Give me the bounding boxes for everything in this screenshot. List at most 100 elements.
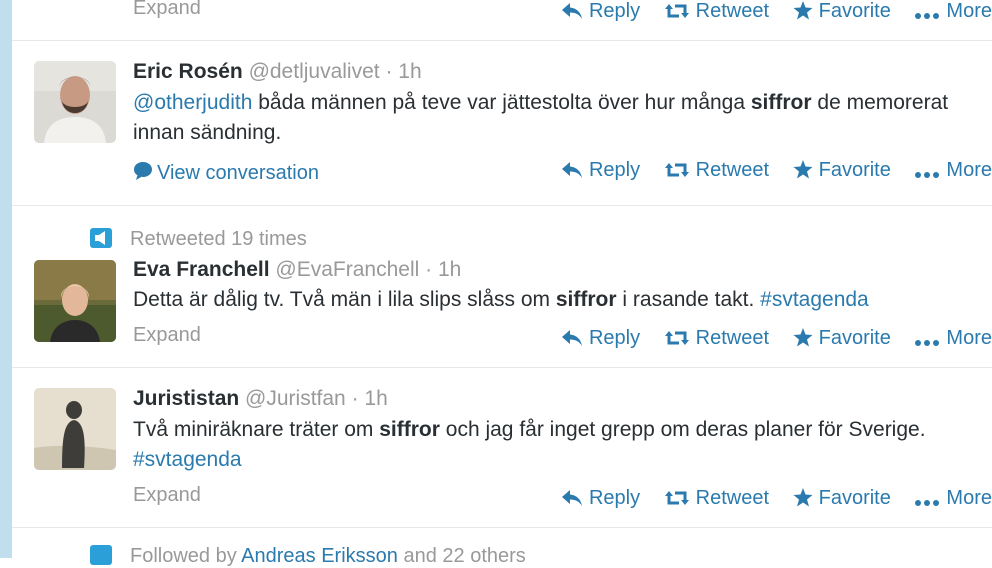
reply-button[interactable]: Reply bbox=[561, 0, 640, 23]
favorite-icon bbox=[793, 488, 813, 507]
retweet-icon bbox=[664, 163, 689, 177]
tweet-text: @otherjudith båda männen på teve var jät… bbox=[133, 88, 992, 148]
tweet-stream: Expand Reply Retweet Favorite More Eric … bbox=[12, 0, 992, 567]
follow-context-icon bbox=[90, 545, 112, 565]
text-part: Detta är dålig tv. Två män i lila slips … bbox=[133, 288, 556, 311]
avatar[interactable] bbox=[34, 388, 116, 470]
favorite-icon bbox=[793, 1, 813, 20]
reply-label: Reply bbox=[588, 0, 641, 22]
reply-label: Reply bbox=[588, 159, 641, 181]
reply-button[interactable]: Reply bbox=[561, 159, 640, 182]
retweet-icon bbox=[664, 4, 689, 18]
tweet-header: Jurististan @Juristfan · 1h bbox=[133, 386, 992, 412]
favorite-label: Favorite bbox=[818, 327, 891, 349]
retweet-button[interactable]: Retweet bbox=[664, 487, 769, 510]
text-part: i rasande takt. bbox=[616, 288, 761, 311]
retweet-context-icon bbox=[90, 228, 112, 248]
fullname[interactable]: Jurististan bbox=[133, 387, 239, 410]
username[interactable]: @detljuvalivet bbox=[249, 60, 380, 83]
reply-icon bbox=[561, 162, 582, 178]
retweet-button[interactable]: Retweet bbox=[664, 0, 769, 23]
retweet-icon bbox=[664, 491, 689, 505]
divider bbox=[12, 205, 992, 206]
more-button[interactable]: More bbox=[914, 487, 992, 510]
fullname[interactable]: Eric Rosén bbox=[133, 60, 243, 83]
reply-label: Reply bbox=[588, 327, 641, 349]
avatar[interactable] bbox=[34, 61, 116, 143]
favorite-button[interactable]: Favorite bbox=[793, 159, 891, 182]
more-label: More bbox=[946, 487, 992, 509]
reply-icon bbox=[561, 330, 582, 346]
tweet-content: Eric Rosén @detljuvalivet · 1h @otherjud… bbox=[133, 59, 992, 148]
more-icon bbox=[915, 340, 940, 346]
tweet-actions: Reply Retweet Favorite More bbox=[543, 159, 992, 182]
retweet-button[interactable]: Retweet bbox=[664, 159, 769, 182]
text-part: båda männen på teve var jättestolta över… bbox=[252, 91, 751, 114]
favorite-icon bbox=[793, 328, 813, 347]
tweet-content: Eva Franchell @EvaFranchell · 1h Detta ä… bbox=[133, 257, 992, 315]
view-conversation-link[interactable]: View conversation bbox=[133, 161, 319, 185]
tweet-actions: Reply Retweet Favorite More bbox=[543, 0, 992, 23]
follow-context: Followed by Andreas Eriksson and 22 othe… bbox=[90, 545, 526, 568]
more-label: More bbox=[946, 159, 992, 181]
reply-label: Reply bbox=[588, 487, 641, 509]
follower-link[interactable]: Andreas Eriksson bbox=[241, 545, 398, 567]
tweet-text: Detta är dålig tv. Två män i lila slips … bbox=[133, 285, 992, 315]
separator: · bbox=[385, 60, 393, 83]
separator: · bbox=[425, 258, 433, 281]
tweet-header: Eva Franchell @EvaFranchell · 1h bbox=[133, 257, 992, 283]
expand-link[interactable]: Expand bbox=[133, 484, 201, 507]
expand-link[interactable]: Expand bbox=[133, 0, 201, 20]
tweet-content: Jurististan @Juristfan · 1h Två miniräkn… bbox=[133, 386, 992, 475]
reply-icon bbox=[561, 3, 582, 19]
highlight-term: siffror bbox=[379, 418, 440, 441]
more-button[interactable]: More bbox=[914, 0, 992, 23]
tweet-actions: Reply Retweet Favorite More bbox=[543, 487, 992, 510]
conversation-icon bbox=[134, 162, 152, 180]
tweet-actions: Reply Retweet Favorite More bbox=[543, 327, 992, 350]
favorite-button[interactable]: Favorite bbox=[793, 0, 891, 23]
more-icon bbox=[915, 13, 940, 19]
hashtag-link[interactable]: #svtagenda bbox=[133, 448, 242, 471]
more-button[interactable]: More bbox=[914, 327, 992, 350]
retweet-label: Retweet bbox=[695, 487, 770, 509]
retweet-icon bbox=[664, 331, 689, 345]
retweet-label: Retweet bbox=[695, 0, 770, 22]
username[interactable]: @EvaFranchell bbox=[275, 258, 419, 281]
text-part: och jag får inget grepp om deras planer … bbox=[439, 418, 926, 441]
hashtag-link[interactable]: #svtagenda bbox=[760, 288, 869, 311]
username[interactable]: @Juristfan bbox=[245, 387, 346, 410]
avatar[interactable] bbox=[34, 260, 116, 342]
more-label: More bbox=[946, 0, 992, 22]
more-icon bbox=[915, 172, 940, 178]
retweet-button[interactable]: Retweet bbox=[664, 327, 769, 350]
favorite-button[interactable]: Favorite bbox=[793, 327, 891, 350]
follow-context-suffix: and 22 others bbox=[397, 545, 526, 567]
retweet-label: Retweet bbox=[695, 327, 770, 349]
favorite-icon bbox=[793, 160, 813, 179]
reply-button[interactable]: Reply bbox=[561, 487, 640, 510]
tweet-header: Eric Rosén @detljuvalivet · 1h bbox=[133, 59, 992, 85]
expand-link[interactable]: Expand bbox=[133, 324, 201, 347]
timestamp[interactable]: 1h bbox=[364, 387, 387, 410]
left-border bbox=[0, 0, 12, 558]
timestamp[interactable]: 1h bbox=[398, 60, 421, 83]
divider bbox=[12, 527, 992, 528]
reply-button[interactable]: Reply bbox=[561, 327, 640, 350]
divider bbox=[12, 367, 992, 368]
favorite-label: Favorite bbox=[818, 0, 891, 22]
favorite-button[interactable]: Favorite bbox=[793, 487, 891, 510]
divider bbox=[12, 40, 992, 41]
reply-icon bbox=[561, 490, 582, 506]
retweet-count[interactable]: Retweeted 19 times bbox=[130, 228, 307, 250]
favorite-label: Favorite bbox=[818, 159, 891, 181]
more-label: More bbox=[946, 327, 992, 349]
more-button[interactable]: More bbox=[914, 159, 992, 182]
follow-context-prefix: Followed by bbox=[130, 545, 242, 567]
favorite-label: Favorite bbox=[818, 487, 891, 509]
tweet-text: Två miniräknare träter om siffror och ja… bbox=[133, 415, 973, 475]
more-icon bbox=[915, 500, 940, 506]
timestamp[interactable]: 1h bbox=[438, 258, 461, 281]
mention-link[interactable]: @otherjudith bbox=[133, 91, 252, 114]
fullname[interactable]: Eva Franchell bbox=[133, 258, 270, 281]
